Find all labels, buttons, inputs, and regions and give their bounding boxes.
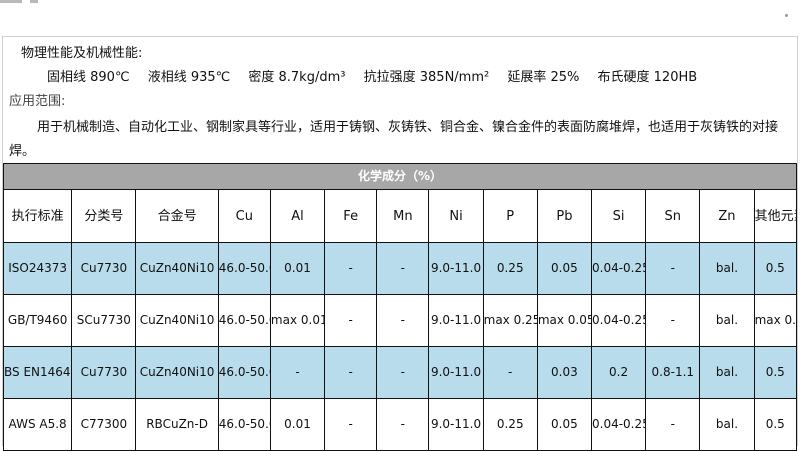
table-cell: 0.5 (753, 398, 798, 451)
table-cell: 0.03 (536, 346, 593, 399)
table-cell: ISO24373 (2, 242, 73, 295)
table-cell: - (645, 398, 701, 451)
table-cell: - (482, 346, 538, 399)
table-title: 化学成分（%） (3, 163, 797, 190)
table-cell: - (269, 346, 326, 399)
table-cell: 0.5 (753, 242, 798, 295)
table-cell: 9.0-11.0 (428, 398, 484, 451)
table-cell: 0.01 (269, 398, 326, 451)
table-cell: bal. (699, 294, 755, 347)
table-header-row: 执行标准 分类号 合金号 Cu Al Fe Mn Ni P Pb Si Sn Z… (2, 189, 798, 243)
table-cell: 0.04-0.25 (590, 294, 647, 347)
table-cell: - (324, 294, 378, 347)
table-cell: 46.0-50.0 (217, 294, 271, 347)
table-cell: - (376, 294, 430, 347)
table-cell: max 0.05 (536, 294, 593, 347)
table-cell: - (645, 242, 701, 295)
table-cell: CuZn40Ni10 (135, 242, 219, 295)
table-cell: Cu7730 (71, 346, 137, 399)
table-cell: SCu7730 (71, 294, 137, 347)
table-cell: Cu7730 (71, 242, 137, 295)
table-cell: 0.04-0.25 (590, 242, 647, 295)
table-cell: AWS A5.8 (2, 398, 73, 451)
dot-icon (785, 14, 788, 17)
table-cell: max 0.5 (753, 294, 798, 347)
column-header: Mn (376, 189, 430, 243)
top-divider (30, 0, 38, 3)
column-header: Pb (536, 189, 593, 243)
column-header: 合金号 (135, 189, 219, 243)
table-row: AWS A5.8 C77300 RBCuZn-D 46.0-50.0 0.01 … (2, 398, 798, 451)
table-cell: - (376, 346, 430, 399)
table-cell: 46.0-50.0 (217, 398, 271, 451)
table-cell: 0.01 (269, 242, 326, 295)
table-cell: bal. (699, 398, 755, 451)
property-hardness: 布氏硬度 120HB (597, 70, 698, 85)
column-header: Fe (324, 189, 378, 243)
table-cell: max 0.01 (269, 294, 326, 347)
table-cell: 9.0-11.0 (428, 242, 484, 295)
table-cell: - (645, 294, 701, 347)
table-cell: 9.0-11.0 (428, 346, 484, 399)
table-cell: - (324, 346, 378, 399)
column-header: 其他元素总量 (753, 189, 798, 243)
table-cell: 46.0-50.0 (217, 242, 271, 295)
column-header: 执行标准 (2, 189, 73, 243)
column-header: Sn (645, 189, 701, 243)
table-cell: 0.2 (590, 346, 647, 399)
property-solidus: 固相线 890℃ (47, 70, 130, 85)
document-body: 物理性能及机械性能: 固相线 890℃ 液相线 935℃ 密度 8.7kg/dm… (2, 36, 798, 451)
table-cell: - (376, 398, 430, 451)
column-header: Zn (699, 189, 755, 243)
table-cell: 9.0-11.0 (428, 294, 484, 347)
property-density: 密度 8.7kg/dm³ (248, 70, 346, 85)
table-cell: 0.25 (482, 398, 538, 451)
column-header: Si (590, 189, 647, 243)
column-header: 分类号 (71, 189, 137, 243)
table-cell: CuZn40Ni10 (135, 346, 219, 399)
table-cell: RBCuZn-D (135, 398, 219, 451)
table-row: ISO24373 Cu7730 CuZn40Ni10 46.0-50.0 0.0… (2, 242, 798, 295)
table-cell: 0.25 (482, 242, 538, 295)
property-tensile-strength: 抗拉强度 385N/mm² (363, 70, 490, 85)
table-cell: 0.5 (753, 346, 798, 399)
table-cell: bal. (699, 346, 755, 399)
top-bar (0, 0, 800, 22)
column-header: Cu (217, 189, 271, 243)
application-heading: 应用范围: (9, 94, 66, 109)
table-cell: max 0.25 (482, 294, 538, 347)
table-cell: 0.04-0.25 (590, 398, 647, 451)
top-divider (0, 0, 22, 3)
table-row: GB/T9460 SCu7730 CuZn40Ni10 46.0-50.0 ma… (2, 294, 798, 347)
table-cell: 0.05 (536, 398, 593, 451)
column-header: Ni (428, 189, 484, 243)
table-cell: CuZn40Ni10 (135, 294, 219, 347)
column-header: P (482, 189, 538, 243)
table-cell: 0.8-1.1 (645, 346, 701, 399)
column-header: Al (269, 189, 326, 243)
table-cell: - (376, 242, 430, 295)
table-cell: bal. (699, 242, 755, 295)
table-row: BS EN14640 Cu7730 CuZn40Ni10 46.0-50.0 -… (2, 346, 798, 399)
table-cell: C77300 (71, 398, 137, 451)
composition-table: 化学成分（%） 执行标准 分类号 合金号 Cu Al Fe Mn Ni P Pb… (2, 163, 798, 451)
application-text: 用于机械制造、自动化工业、钢制家具等行业，适用于铸钢、灰铸铁、铜合金、镍合金件的… (37, 120, 779, 135)
property-liquidus: 液相线 935℃ (147, 70, 231, 85)
table-cell: 46.0-50.0 (217, 346, 271, 399)
table-cell: - (324, 398, 378, 451)
table-cell: GB/T9460 (2, 294, 73, 347)
table-cell: - (324, 242, 378, 295)
property-elongation: 延展率 25% (507, 70, 580, 85)
properties-list: 固相线 890℃ 液相线 935℃ 密度 8.7kg/dm³ 抗拉强度 385N… (47, 69, 711, 87)
properties-heading: 物理性能及机械性能: (21, 46, 143, 61)
application-text-continued: 焊。 (9, 144, 36, 159)
table-cell: BS EN14640 (2, 346, 73, 399)
table-cell: 0.05 (536, 242, 593, 295)
